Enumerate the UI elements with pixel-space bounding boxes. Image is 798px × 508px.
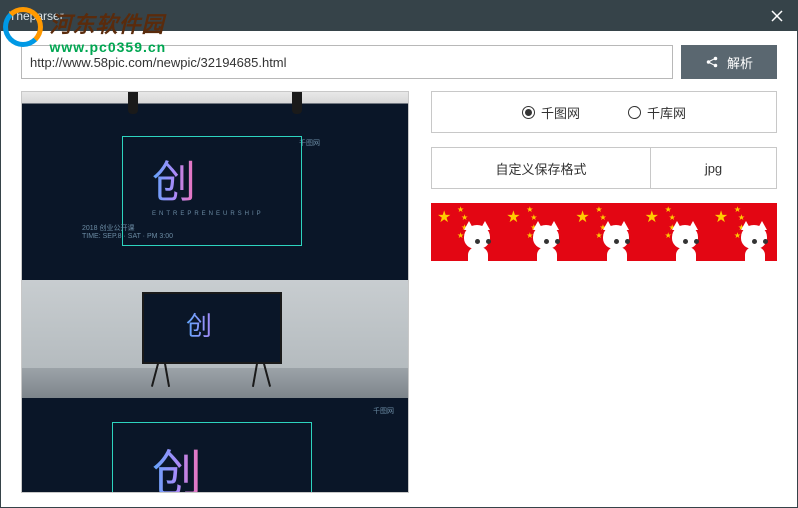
radio-qianku[interactable]: 千库网 <box>628 103 686 122</box>
format-value[interactable]: jpg <box>651 147 777 189</box>
cat-icon <box>735 219 775 261</box>
format-label: 自定义保存格式 <box>431 147 651 189</box>
titlebar[interactable]: Theparser <box>1 1 797 31</box>
poster-footer-2: TIME: SEP.8 · SAT · PM 3:00 <box>82 233 173 240</box>
radio-icon <box>628 106 641 119</box>
star-icon: ★ <box>437 207 451 227</box>
close-button[interactable] <box>757 1 797 31</box>
preview-pane[interactable]: 千图网 创 ENTREPRENEURSHIP 2018 创业公开课 TIME: … <box>21 91 409 493</box>
cat-icon <box>597 219 637 261</box>
cat-icon <box>458 219 498 261</box>
right-pane: 千图网 千库网 自定义保存格式 jpg ★ <box>431 91 777 493</box>
sticker-row: ★ ★ ★ ★ ★ ★ ★ ★ ★ ★ <box>431 203 777 261</box>
parse-button-label: 解析 <box>727 53 753 72</box>
url-row: 解析 <box>21 45 777 79</box>
sticker-item: ★ ★ ★ ★ ★ <box>708 203 777 261</box>
clip-icon <box>128 92 138 114</box>
poster-main-text: 创 <box>152 146 196 210</box>
poster-main-text: 创 <box>186 306 212 343</box>
url-input[interactable] <box>21 45 673 79</box>
sticker-item: ★ ★ ★ ★ ★ <box>500 203 569 261</box>
star-icon: ★ <box>645 207 659 227</box>
star-icon: ★ <box>575 207 589 227</box>
clip-icon <box>292 92 302 114</box>
format-row: 自定义保存格式 jpg <box>431 147 777 189</box>
sticker-item: ★ ★ ★ ★ ★ <box>431 203 500 261</box>
window-title: Theparser <box>9 9 64 23</box>
star-icon: ★ <box>506 207 520 227</box>
radio-icon <box>522 106 535 119</box>
parse-button[interactable]: 解析 <box>681 45 777 79</box>
preview-inner: 千图网 创 ENTREPRENEURSHIP 2018 创业公开课 TIME: … <box>22 92 408 493</box>
poster-sub-text: ENTREPRENEURSHIP <box>152 211 264 217</box>
radio-label: 千库网 <box>647 103 686 122</box>
window-frame: Theparser 河东软件园 www.pc0359.cn 解析 <box>0 0 798 508</box>
poster-main-text: 创 <box>152 434 202 493</box>
sticker-item: ★ ★ ★ ★ ★ <box>569 203 638 261</box>
preview-image-1: 千图网 创 ENTREPRENEURSHIP 2018 创业公开课 TIME: … <box>22 92 408 280</box>
source-selector: 千图网 千库网 <box>431 91 777 133</box>
radio-label: 千图网 <box>541 103 580 122</box>
content-area: 解析 千图网 创 ENTREPRENEURSHIP <box>1 31 797 507</box>
close-icon <box>771 10 783 22</box>
poster-brand-tag: 千图网 <box>373 406 394 416</box>
star-icon: ★ <box>714 207 728 227</box>
share-icon <box>705 55 719 69</box>
main-area: 千图网 创 ENTREPRENEURSHIP 2018 创业公开课 TIME: … <box>21 91 777 493</box>
preview-image-2: 创 <box>22 280 408 398</box>
cat-icon <box>527 219 567 261</box>
poster-footer-1: 2018 创业公开课 <box>82 223 173 233</box>
sticker-item: ★ ★ ★ ★ ★ <box>639 203 708 261</box>
poster-brand-tag: 千图网 <box>299 138 320 148</box>
radio-qiantu[interactable]: 千图网 <box>522 103 580 122</box>
preview-image-3: 千图网 创 ENTREPRENEURSHIP 2018 创业公开课 TIME: … <box>22 398 408 493</box>
cat-icon <box>666 219 706 261</box>
